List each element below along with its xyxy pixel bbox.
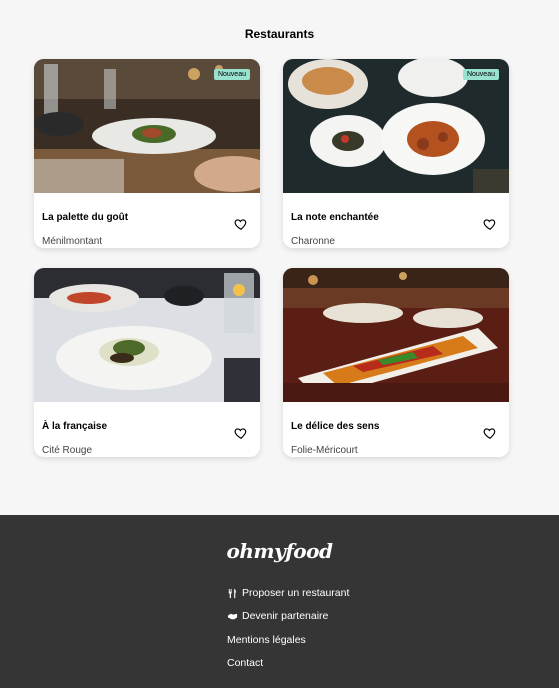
restaurant-card[interactable]: Nouveau La note enchantée Charonne: [283, 59, 509, 248]
footer-link-partner[interactable]: Devenir partenaire: [227, 610, 328, 622]
restaurant-photo: Nouveau: [283, 59, 509, 193]
new-badge: Nouveau: [213, 69, 250, 80]
restaurant-name: La note enchantée: [291, 212, 379, 223]
restaurant-photo: [34, 268, 260, 402]
heart-icon[interactable]: [483, 426, 497, 440]
heart-icon[interactable]: [234, 217, 248, 231]
utensils-icon: [228, 588, 236, 598]
restaurant-photo: [283, 268, 509, 402]
restaurant-photo: Nouveau: [34, 59, 260, 193]
restaurant-name: À la française: [42, 421, 108, 432]
restaurant-name: Le délice des sens: [291, 421, 380, 432]
footer-link-label: Contact: [227, 657, 264, 669]
footer-link-propose[interactable]: Proposer un restaurant: [227, 587, 349, 599]
restaurant-card[interactable]: Nouveau La palette du goût Ménilmontant: [34, 59, 260, 248]
footer-link-legal[interactable]: Mentions légales: [227, 634, 306, 646]
logo[interactable]: ohmyfood: [0, 539, 559, 563]
footer-link-contact[interactable]: Contact: [227, 657, 263, 669]
footer-link-label: Devenir partenaire: [242, 610, 329, 622]
heart-icon[interactable]: [483, 217, 497, 231]
footer-link-label: Mentions légales: [227, 634, 306, 646]
footer: ohmyfood Proposer un restaurant Devenir …: [0, 515, 559, 688]
restaurant-location: Charonne: [291, 236, 335, 247]
section-title: Restaurants: [244, 27, 315, 41]
restaurant-location: Cité Rouge: [42, 445, 93, 456]
restaurant-name: La palette du goût: [42, 212, 129, 223]
restaurant-location: Folie-Méricourt: [291, 445, 358, 456]
restaurant-card[interactable]: À la française Cité Rouge: [34, 268, 260, 457]
restaurant-location: Ménilmontant: [42, 236, 103, 247]
new-badge: Nouveau: [462, 69, 499, 80]
handshake-icon: [227, 613, 238, 619]
restaurant-card[interactable]: Le délice des sens Folie-Méricourt: [283, 268, 509, 457]
heart-icon[interactable]: [234, 426, 248, 440]
footer-link-label: Proposer un restaurant: [242, 587, 350, 599]
